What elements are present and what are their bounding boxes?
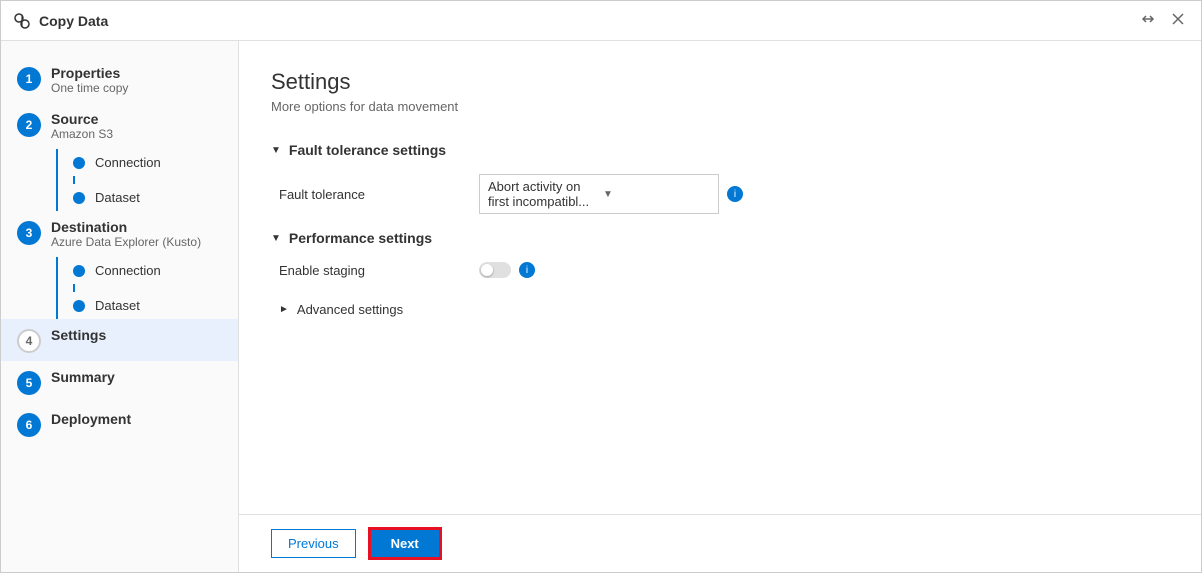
fault-tolerance-dropdown[interactable]: Abort activity on first incompatibl... ▼ xyxy=(479,174,719,214)
window-controls xyxy=(1137,10,1189,31)
step-circle-6: 6 xyxy=(17,413,41,437)
title-bar: Copy Data xyxy=(1,1,1201,41)
next-button[interactable]: Next xyxy=(368,527,442,560)
fault-tolerance-value: Abort activity on first incompatibl... xyxy=(488,179,595,209)
step-circle-4: 4 xyxy=(17,329,41,353)
dest-dataset-dot xyxy=(73,300,85,312)
fault-tolerance-section-title: Fault tolerance settings xyxy=(289,142,446,158)
content-area: 1 Properties One time copy 2 Source Amaz… xyxy=(1,41,1201,572)
fault-tolerance-info-icon[interactable]: i xyxy=(727,186,743,202)
fault-tolerance-row: Fault tolerance Abort activity on first … xyxy=(271,174,1169,214)
enable-staging-control: i xyxy=(479,262,535,278)
fault-tolerance-collapse-icon[interactable]: ▼ xyxy=(271,145,281,156)
destination-sub-items: Connection Dataset xyxy=(1,257,238,319)
step-text-summary: Summary xyxy=(51,369,115,385)
advanced-settings-row[interactable]: ► Advanced settings xyxy=(271,294,1169,325)
enable-staging-row: Enable staging i xyxy=(271,262,1169,278)
step-text-destination: Destination Azure Data Explorer (Kusto) xyxy=(51,219,201,249)
source-connection-dot xyxy=(73,157,85,169)
step-text-deployment: Deployment xyxy=(51,411,131,427)
step-circle-2: 2 xyxy=(17,113,41,137)
window-title: Copy Data xyxy=(39,13,1137,29)
source-dataset-item[interactable]: Dataset xyxy=(73,184,238,211)
fault-tolerance-control: Abort activity on first incompatibl... ▼… xyxy=(479,174,743,214)
step-circle-1: 1 xyxy=(17,67,41,91)
fault-tolerance-label: Fault tolerance xyxy=(279,187,479,202)
sidebar-item-properties[interactable]: 1 Properties One time copy xyxy=(1,57,238,103)
advanced-settings-label: Advanced settings xyxy=(297,302,403,317)
sidebar-item-summary[interactable]: 5 Summary xyxy=(1,361,238,403)
sidebar: 1 Properties One time copy 2 Source Amaz… xyxy=(1,41,239,572)
page-title: Settings xyxy=(271,69,1169,95)
step-text-settings: Settings xyxy=(51,327,106,343)
performance-collapse-icon[interactable]: ▼ xyxy=(271,233,281,244)
performance-section-title: Performance settings xyxy=(289,230,432,246)
main-content: Settings More options for data movement … xyxy=(239,41,1201,572)
advanced-settings-expand-icon: ► xyxy=(279,304,289,315)
main-body: Settings More options for data movement … xyxy=(239,41,1201,514)
page-subtitle: More options for data movement xyxy=(271,99,1169,114)
step-circle-5: 5 xyxy=(17,371,41,395)
step-text-source: Source Amazon S3 xyxy=(51,111,113,141)
step-text-properties: Properties One time copy xyxy=(51,65,128,95)
fault-tolerance-section-header: ▼ Fault tolerance settings xyxy=(271,142,1169,158)
sidebar-item-deployment[interactable]: 6 Deployment xyxy=(1,403,238,445)
previous-button[interactable]: Previous xyxy=(271,529,356,558)
sidebar-item-destination[interactable]: 3 Destination Azure Data Explorer (Kusto… xyxy=(1,211,238,257)
source-dataset-dot xyxy=(73,192,85,204)
enable-staging-toggle[interactable] xyxy=(479,262,511,278)
copy-data-icon xyxy=(13,12,31,30)
performance-section-header: ▼ Performance settings xyxy=(271,230,1169,246)
dropdown-arrow-icon: ▼ xyxy=(603,189,710,200)
close-button[interactable] xyxy=(1167,10,1189,31)
enable-staging-label: Enable staging xyxy=(279,263,479,278)
sidebar-item-source[interactable]: 2 Source Amazon S3 xyxy=(1,103,238,149)
minimize-button[interactable] xyxy=(1137,10,1159,31)
step-circle-3: 3 xyxy=(17,221,41,245)
source-sub-items: Connection Dataset xyxy=(1,149,238,211)
footer: Previous Next xyxy=(239,514,1201,572)
dest-connection-item[interactable]: Connection xyxy=(73,257,238,284)
source-connection-item[interactable]: Connection xyxy=(73,149,238,176)
sidebar-item-settings[interactable]: 4 Settings xyxy=(1,319,238,361)
dest-dataset-item[interactable]: Dataset xyxy=(73,292,238,319)
app-window: Copy Data 1 Properties One time copy xyxy=(0,0,1202,573)
enable-staging-info-icon[interactable]: i xyxy=(519,262,535,278)
dest-connection-dot xyxy=(73,265,85,277)
